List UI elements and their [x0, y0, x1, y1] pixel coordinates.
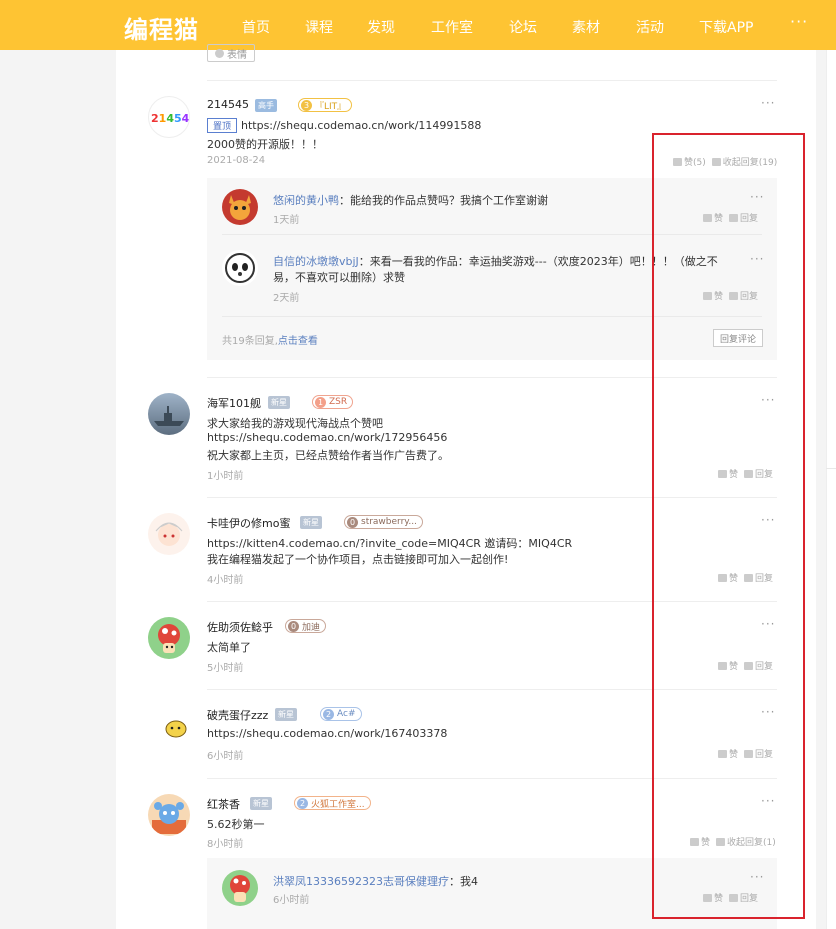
codemao-logo[interactable]: 编程猫	[124, 10, 199, 45]
comment-time: 5小时前	[207, 663, 244, 674]
nav-forum[interactable]: 论坛	[509, 17, 537, 37]
reply-content: 悠闲的黄小鸭：能给我的作品点赞吗？我搞个工作室谢谢	[273, 194, 548, 207]
comment-text: 我在编程猫发起了一个协作项目，点击链接即可加入一起创作!	[207, 553, 509, 566]
comment-text: 祝大家都上主页，已经点赞给作者当作广告费了。	[207, 449, 449, 462]
username[interactable]: 214545	[207, 98, 249, 111]
view-all-replies-link[interactable]: 点击查看	[278, 336, 318, 347]
avatar[interactable]	[148, 705, 190, 747]
top-navbar: 编程猫 首页 课程 发现 工作室 论坛 素材 活动 下载APP ···	[0, 0, 836, 50]
username[interactable]: 破壳蛋仔zzz	[207, 707, 268, 723]
avatar[interactable]	[148, 393, 190, 435]
username[interactable]: 佐助须佐鲶乎	[207, 619, 273, 635]
level-badge: 新星	[275, 708, 297, 721]
level-badge: 高手	[255, 99, 277, 112]
username[interactable]: 红茶香	[207, 796, 240, 812]
comment-text: 5.62秒第一	[207, 818, 265, 831]
reply-time: 6小时前	[273, 895, 310, 906]
side-panel-edge	[826, 50, 836, 929]
avatar[interactable]: 214545	[148, 96, 190, 138]
level-badge: 新星	[300, 516, 322, 529]
reply-username[interactable]: 自信的冰墩墩vbjJ	[273, 255, 359, 268]
studio-tag[interactable]: 3 『LIT』	[298, 98, 353, 112]
comment-text: 求大家给我的游戏现代海战点个赞吧	[207, 417, 383, 430]
nav-events[interactable]: 活动	[636, 17, 664, 37]
comment-text: 2000赞的开源版！！！	[207, 138, 323, 151]
studio-tag[interactable]: 1 ZSR	[312, 395, 354, 409]
more-options-icon[interactable]: ···	[761, 96, 775, 110]
nav-home[interactable]: 首页	[242, 17, 270, 37]
nav-studio[interactable]: 工作室	[431, 17, 473, 37]
comment-link[interactable]: https://kitten4.codemao.cn/?invite_code=…	[207, 535, 572, 551]
avatar[interactable]	[222, 189, 258, 225]
divider	[207, 80, 777, 81]
level-badge: 新星	[250, 797, 272, 810]
avatar[interactable]	[148, 617, 190, 659]
emoji-icon	[215, 48, 224, 58]
studio-tag[interactable]: 2 Ac#	[320, 707, 362, 721]
reply-content: 洪翠凤13336592323志哥保健理疗：我4	[273, 875, 478, 888]
emoji-button[interactable]: 表情	[207, 44, 255, 62]
username[interactable]: 卡哇伊の修mo蜜	[207, 515, 290, 531]
reply-content-continued: 易，不喜欢可以删除）求赞	[273, 271, 405, 284]
pinned-badge: 置顶	[207, 118, 237, 133]
highlight-box	[652, 133, 805, 919]
studio-tag[interactable]: 0 加迪	[285, 619, 327, 633]
nav-download-app[interactable]: 下载APP	[699, 17, 753, 37]
nav-assets[interactable]: 素材	[572, 17, 600, 37]
comment-time: 2021-08-24	[207, 155, 266, 166]
comment-link[interactable]: https://shequ.codemao.cn/work/114991588	[241, 119, 481, 132]
reply-time: 2天前	[273, 293, 300, 304]
comment-link[interactable]: https://shequ.codemao.cn/work/167403378	[207, 727, 447, 740]
nav-more-icon[interactable]: ···	[790, 12, 808, 31]
nav-courses[interactable]: 课程	[305, 17, 333, 37]
comment-time: 4小时前	[207, 575, 244, 586]
avatar[interactable]	[148, 794, 190, 836]
reply-time: 1天前	[273, 215, 300, 226]
reply-username[interactable]: 悠闲的黄小鸭	[273, 194, 339, 207]
svg-text:214545: 214545	[151, 112, 190, 125]
comment-time: 1小时前	[207, 471, 244, 482]
comment-time: 6小时前	[207, 751, 244, 762]
studio-tag[interactable]: 0 strawberry...	[344, 515, 423, 529]
nav-discover[interactable]: 发现	[367, 17, 395, 37]
avatar[interactable]	[148, 513, 190, 555]
username[interactable]: 海军101舰	[207, 395, 261, 411]
comment-link[interactable]: https://shequ.codemao.cn/work/172956456	[207, 431, 447, 444]
level-badge: 新星	[268, 396, 290, 409]
reply-count-row: 共19条回复,点击查看	[222, 336, 318, 347]
studio-tag[interactable]: 2 火狐工作室...	[294, 796, 371, 810]
comment-text: 太简单了	[207, 641, 251, 654]
reply-username[interactable]: 洪翠凤13336592323志哥保健理疗	[273, 875, 449, 888]
avatar[interactable]	[222, 250, 258, 286]
comment-time: 8小时前	[207, 839, 244, 850]
avatar[interactable]	[222, 870, 258, 906]
reply-content: 自信的冰墩墩vbjJ：来看一看我的作品：幸运抽奖游戏---（欢度2023年）吧！…	[273, 255, 718, 268]
